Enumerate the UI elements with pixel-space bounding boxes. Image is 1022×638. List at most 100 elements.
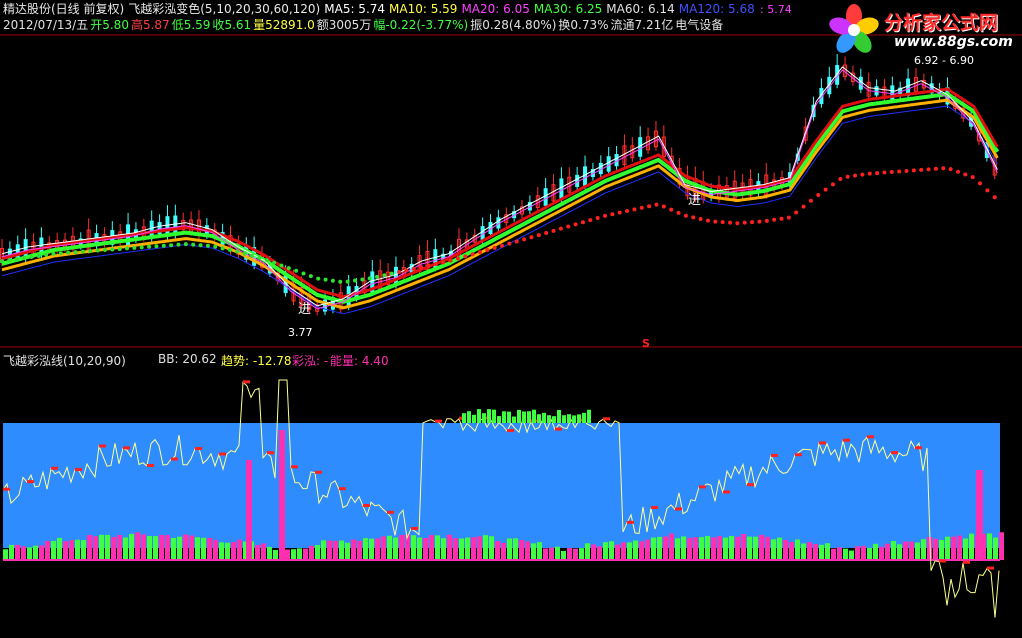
- date: 2012/07/13/五: [3, 18, 89, 32]
- ma60-dot: [963, 172, 968, 177]
- caihong-segment: [51, 466, 58, 470]
- logo-title: 分析家公式网: [884, 12, 999, 34]
- top-energy-bar: [527, 411, 531, 423]
- ma60-dot: [617, 210, 622, 215]
- energy-bar: [435, 535, 440, 560]
- energy-bar: [75, 539, 80, 560]
- caihong-segment: [651, 506, 658, 510]
- caihong-segment: [147, 463, 154, 467]
- energy-bar: [687, 537, 692, 560]
- ma30-label: MA30: 6.25: [533, 2, 603, 16]
- caihong-segment: [603, 417, 610, 421]
- caihong-segment: [99, 444, 106, 448]
- energy-bar: [681, 536, 686, 560]
- caihong-value: 彩泓: -: [292, 354, 329, 368]
- caihong-segment: [675, 507, 682, 511]
- energy-bar: [93, 536, 98, 560]
- ma60-dot: [294, 268, 299, 273]
- ma60-dot: [205, 243, 210, 248]
- energy-bar: [15, 544, 20, 560]
- float-shares: 流通7.21亿: [610, 18, 674, 32]
- ma60-dot: [853, 173, 858, 178]
- ma60-dot: [786, 215, 791, 220]
- energy-bar: [135, 532, 140, 560]
- ma60-dot: [242, 251, 247, 256]
- top-energy-bar: [552, 416, 556, 423]
- top-energy-bar: [482, 413, 486, 423]
- energy-bar: [285, 549, 290, 560]
- energy-bar: [729, 535, 734, 560]
- ma60-dot: [29, 255, 34, 260]
- energy-bar: [261, 543, 266, 560]
- ma60-dot: [779, 216, 784, 221]
- energy-bar: [957, 535, 962, 560]
- ma60-dot: [992, 195, 997, 200]
- caihong-segment: [171, 457, 178, 461]
- ma60-dot: [272, 260, 277, 265]
- energy-bar: [309, 545, 314, 560]
- caihong-segment: [339, 487, 346, 491]
- energy-bar: [63, 541, 68, 560]
- logo-url: www.88gs.com: [894, 34, 1013, 50]
- energy-bar: [927, 536, 932, 560]
- ma60-dot: [661, 204, 666, 209]
- energy-bar: [963, 538, 968, 560]
- energy-bar: [87, 534, 92, 560]
- caihong-segment: [867, 435, 874, 439]
- ma60-dot: [698, 217, 703, 222]
- energy-bar: [555, 546, 560, 560]
- ma60-dot: [316, 276, 321, 281]
- amount: 额3005万: [316, 18, 372, 32]
- ma60-dot: [757, 219, 762, 224]
- ma60-dot: [816, 193, 821, 198]
- energy-bar: [165, 535, 170, 560]
- close-value: 5.61: [224, 18, 252, 32]
- ma60-dot: [705, 218, 710, 223]
- candle-body: [614, 153, 619, 167]
- spike-bar: [976, 470, 983, 560]
- energy-bar: [345, 542, 350, 560]
- energy-bar: [831, 548, 836, 560]
- energy-bar: [891, 541, 896, 560]
- energy-bar: [843, 548, 848, 560]
- energy-bar: [477, 536, 482, 560]
- energy-bar: [351, 539, 356, 560]
- energy-bar: [57, 537, 62, 560]
- ma60-label: MA60: 6.14: [606, 2, 675, 16]
- energy-bar: [207, 537, 212, 560]
- ma60-dot: [647, 204, 652, 209]
- ma60-dot: [323, 277, 328, 282]
- ma60-dot: [485, 248, 490, 253]
- top-energy-bar: [487, 409, 491, 423]
- ma60-dot: [213, 244, 218, 249]
- energy-bar: [357, 540, 362, 560]
- ma60-dot: [191, 242, 196, 247]
- caihong-segment: [435, 419, 442, 423]
- trend-value: 趋势: -12.78: [221, 354, 292, 368]
- energy-bar: [873, 543, 878, 560]
- ma60-dot: [544, 230, 549, 235]
- energy-bar: [315, 545, 320, 560]
- caihong-segment: [243, 380, 250, 384]
- energy-bar: [621, 542, 626, 560]
- ma60-dot: [676, 210, 681, 215]
- energy-bar: [411, 535, 416, 560]
- ma60-dot: [169, 243, 174, 248]
- energy-bar: [21, 546, 26, 560]
- ma60-dot: [904, 168, 909, 173]
- change: 幅-0.22(-3.77%): [373, 18, 469, 32]
- header-row-2: 2012/07/13/五 开5.80 高5.87 低5.59 收5.61 量52891.0…: [3, 17, 727, 33]
- ma60-dot: [397, 270, 402, 275]
- candle-body: [559, 178, 564, 199]
- energy-bar: [663, 536, 668, 560]
- ma60-dot: [110, 247, 115, 252]
- energy-bar: [543, 548, 548, 560]
- ma60-dot: [286, 266, 291, 271]
- energy-bar: [795, 539, 800, 560]
- ma60-dot: [154, 244, 159, 249]
- energy-bar: [573, 548, 578, 560]
- ma60-dot: [426, 263, 431, 268]
- energy-bar: [603, 542, 608, 560]
- low-value: 5.59: [183, 18, 211, 32]
- top-energy-bar: [517, 409, 521, 423]
